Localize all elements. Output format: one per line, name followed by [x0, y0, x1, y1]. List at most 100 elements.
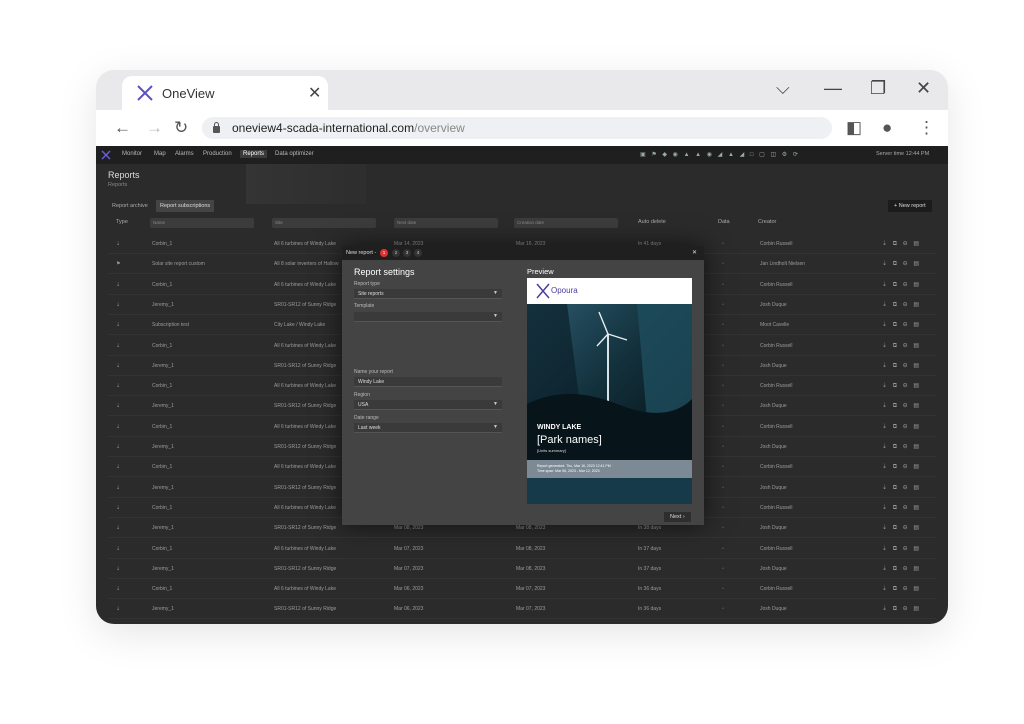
row-name: Subscription test	[152, 322, 189, 329]
reload-icon[interactable]: ↻	[174, 118, 188, 138]
lock-icon: ▫	[722, 362, 724, 369]
sidebar-toggle-icon[interactable]: ◧	[846, 118, 862, 138]
row-auto-delete: In 36 days	[638, 586, 662, 593]
row-actions-icons[interactable]: ⇣ ⧉ ⊖ ▤	[882, 382, 921, 390]
report-preview: Opoura WINDY LAKE [Park names] [Units su…	[527, 278, 692, 504]
row-creator: Corbin Russell	[760, 504, 793, 511]
nav-alarms[interactable]: Alarms	[175, 151, 194, 157]
chevron-down-icon[interactable]: ⌵	[776, 78, 790, 99]
tab-report-archive[interactable]: Report archive	[108, 200, 152, 212]
filter-creation-date[interactable]: Creation date	[514, 218, 618, 228]
report-type-select[interactable]: Site reports ▼	[354, 289, 502, 299]
back-icon[interactable]: ←	[114, 118, 131, 138]
table-row[interactable]: ⇣ Corbin_1 All 6 turbines of Windy Lake Mar…	[108, 579, 936, 600]
nav-data-optimizer[interactable]: Data optimizer	[275, 151, 314, 157]
table-row[interactable]: ⇣ Jeremy_1 SR01-SR12 of Sunny Ridge Mar 06,…	[108, 599, 936, 620]
forward-icon[interactable]: →	[146, 118, 163, 138]
table-row[interactable]: ⇣ Jeremy_1 SR01-SR12 of Sunny Ridge Mar 07,…	[108, 559, 936, 579]
row-actions-icons[interactable]: ⇣ ⧉ ⊖ ▤	[882, 342, 921, 350]
row-actions-icons[interactable]: ⇣ ⧉ ⊖ ▤	[882, 585, 921, 593]
row-actions-icons[interactable]: ⇣ ⧉ ⊖ ▤	[882, 524, 921, 532]
row-creator: Corbin Russell	[760, 545, 793, 552]
step-3[interactable]: 3	[403, 249, 411, 257]
row-creator: Josh Duque	[760, 301, 787, 308]
row-creator: Corbin Russell	[760, 464, 793, 471]
row-creator: Josh Duque	[760, 403, 787, 410]
address-bar: ← → ↻ oneview4-scada-international.com/o…	[96, 110, 948, 146]
row-actions-icons[interactable]: ⇣ ⧉ ⊖ ▤	[882, 605, 921, 613]
table-row[interactable]: ⇣ Corbin_1 All 6 turbines of Windy Lake Mar…	[108, 539, 936, 559]
row-name: Jeremy_1	[152, 301, 174, 308]
nav-map[interactable]: Map	[154, 151, 166, 157]
close-icon[interactable]: ✕	[692, 249, 697, 256]
date-range-select[interactable]: Last week ▼	[354, 423, 502, 433]
type-icon: ⇣	[116, 322, 121, 329]
row-actions-icons[interactable]: ⇣ ⧉ ⊖ ▤	[882, 504, 921, 512]
url-field[interactable]: oneview4-scada-international.com/overvie…	[202, 117, 832, 139]
row-creator: Corbin Russell	[760, 241, 793, 247]
profile-icon[interactable]: ●	[882, 118, 892, 138]
nav-monitor[interactable]: Monitor	[122, 151, 142, 157]
row-creator: Josh Duque	[760, 362, 787, 369]
row-actions-icons[interactable]: ⇣ ⧉ ⊖ ▤	[882, 463, 921, 471]
type-icon: ⇣	[116, 504, 121, 511]
lock-icon: ▫	[722, 504, 724, 511]
step-2[interactable]: 2	[392, 249, 400, 257]
col-auto-delete[interactable]: Auto delete	[638, 219, 666, 225]
lock-icon: ▫	[722, 565, 724, 572]
preview-footer	[527, 478, 692, 504]
report-name-value: Windy Lake	[358, 379, 385, 385]
restore-icon[interactable]: ❐	[870, 78, 886, 99]
col-creator[interactable]: Creator	[758, 219, 776, 225]
modal-header: New report - 1 2 3 4 ✕	[342, 246, 704, 260]
preview-timespan: Time span: Mar 06, 2023 - Mar 12, 2023	[537, 469, 600, 473]
row-actions-icons[interactable]: ⇣ ⧉ ⊖ ▤	[882, 402, 921, 410]
type-icon: ⇣	[116, 281, 121, 288]
preview-title-block: WINDY LAKE [Park names] [Units summary]	[527, 420, 692, 460]
step-4[interactable]: 4	[414, 249, 422, 257]
filter-name[interactable]: Name	[150, 218, 254, 228]
nav-production[interactable]: Production	[203, 151, 232, 157]
row-site: All 6 turbines of Windy Lake	[274, 241, 336, 247]
row-actions-icons[interactable]: ⇣ ⧉ ⊖ ▤	[882, 321, 921, 329]
new-report-button[interactable]: + New report	[888, 200, 932, 212]
preview-title: Preview	[527, 267, 554, 276]
row-actions-icons[interactable]: ⇣ ⧉ ⊖ ▤	[882, 281, 921, 289]
template-select[interactable]: ▼	[354, 312, 502, 322]
row-actions-icons[interactable]: ⇣ ⧉ ⊖ ▤	[882, 362, 921, 370]
row-creation-date: Mar 08, 2023	[516, 565, 546, 572]
row-actions-icons[interactable]: ⇣ ⧉ ⊖ ▤	[882, 240, 921, 248]
row-actions-icons[interactable]: ⇣ ⧉ ⊖ ▤	[882, 545, 921, 553]
filter-next-date[interactable]: Next date	[394, 218, 498, 228]
type-icon: ⇣	[116, 241, 121, 247]
next-button[interactable]: Next ›	[664, 512, 691, 522]
tab-close-icon[interactable]: ✕	[308, 83, 321, 103]
row-name: Corbin_1	[152, 545, 173, 552]
col-type[interactable]: Type	[116, 219, 128, 225]
row-actions-icons[interactable]: ⇣ ⧉ ⊖ ▤	[882, 423, 921, 431]
row-actions-icons[interactable]: ⇣ ⧉ ⊖ ▤	[882, 565, 921, 573]
row-name: Corbin_1	[152, 504, 173, 511]
status-icons[interactable]: ▣ ⚑ ◆ ◉ ▲ ▲ ◉ ◢ ▲ ◢ □ ▢ ◫ ⚙ ⟳	[640, 151, 800, 158]
row-actions-icons[interactable]: ⇣ ⧉ ⊖ ▤	[882, 301, 921, 309]
region-select[interactable]: USA ▼	[354, 400, 502, 410]
minimize-icon[interactable]: —	[824, 78, 842, 99]
step-1[interactable]: 1	[380, 249, 388, 257]
preview-brand: Opoura	[551, 286, 578, 295]
nav-reports[interactable]: Reports	[240, 150, 268, 158]
row-actions-icons[interactable]: ⇣ ⧉ ⊖ ▤	[882, 484, 921, 492]
lock-icon: ▫	[722, 403, 724, 410]
filter-site[interactable]: Site	[272, 218, 376, 228]
tab-report-subscriptions[interactable]: Report subscriptions	[156, 200, 215, 212]
menu-kebab-icon[interactable]: ⋮	[918, 118, 935, 138]
row-actions-icons[interactable]: ⇣ ⧉ ⊖ ▤	[882, 260, 921, 268]
lock-icon: ▫	[722, 525, 724, 532]
type-icon: ⇣	[116, 464, 121, 471]
report-name-input[interactable]: Windy Lake	[354, 377, 502, 387]
row-site: City Lake / Windy Lake	[274, 322, 326, 329]
row-actions-icons[interactable]: ⇣ ⧉ ⊖ ▤	[882, 443, 921, 451]
row-creator: Corbin Russell	[760, 586, 793, 593]
browser-tab[interactable]: OneView ✕	[122, 76, 328, 110]
page-title: Reports	[108, 170, 140, 180]
close-window-icon[interactable]: ✕	[916, 78, 931, 99]
